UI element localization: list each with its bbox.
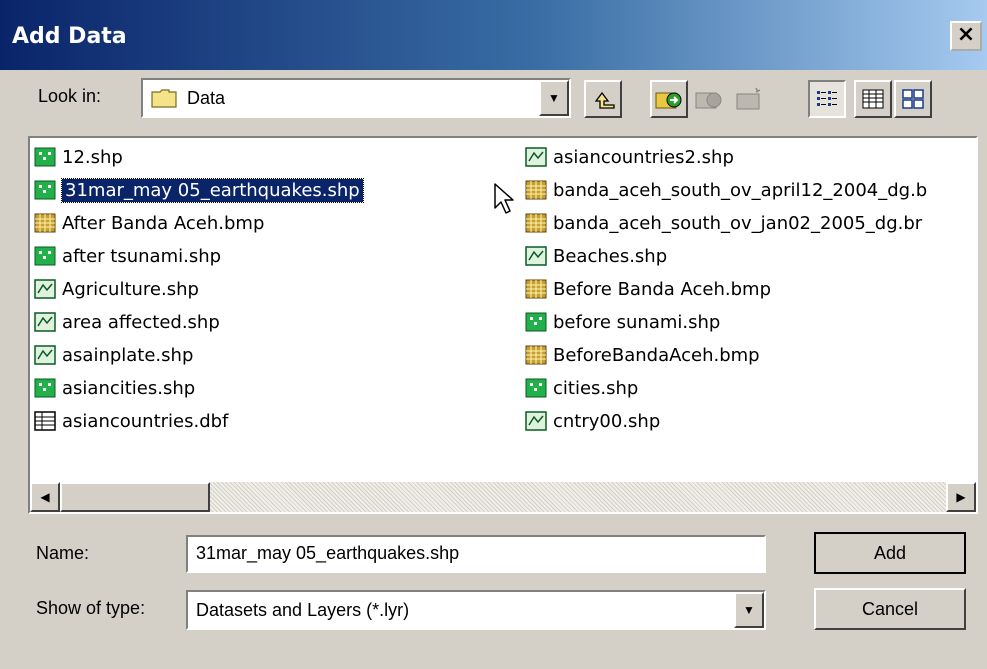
point-layer-icon bbox=[525, 378, 547, 398]
file-name: banda_aceh_south_ov_jan02_2005_dg.br bbox=[553, 212, 923, 234]
raster-layer-icon bbox=[525, 213, 547, 233]
file-name: asiancountries2.shp bbox=[553, 146, 734, 168]
chevron-down-icon: ▼ bbox=[548, 91, 560, 105]
file-item[interactable]: banda_aceh_south_ov_jan02_2005_dg.br bbox=[525, 208, 922, 238]
new-folder-icon bbox=[736, 87, 761, 110]
raster-layer-icon bbox=[34, 213, 56, 233]
look-in-label: Look in: bbox=[38, 86, 102, 106]
folder-icon bbox=[151, 89, 177, 108]
name-label: Name: bbox=[36, 543, 90, 563]
file-item[interactable]: asiancountries.dbf bbox=[34, 406, 228, 436]
file-list[interactable]: 12.shp 31mar_may 05_earthquakes.shp After … bbox=[28, 136, 978, 514]
file-name: asiancities.shp bbox=[62, 377, 196, 399]
point-layer-icon bbox=[34, 147, 56, 167]
show-of-type-label: Show of type: bbox=[36, 598, 146, 618]
connect-to-folder-button[interactable] bbox=[650, 80, 688, 118]
file-name: Before Banda Aceh.bmp bbox=[553, 278, 772, 300]
new-folder-button bbox=[730, 80, 768, 118]
file-name: BeforeBandaAceh.bmp bbox=[553, 344, 760, 366]
polygon-layer-icon bbox=[525, 147, 547, 167]
connect-to-folder-icon bbox=[655, 92, 682, 109]
disconnect-folder-button bbox=[690, 80, 728, 118]
file-item[interactable]: Beaches.shp bbox=[525, 241, 667, 271]
cancel-button[interactable]: Cancel bbox=[814, 588, 966, 630]
details-view-icon bbox=[862, 89, 884, 109]
file-name: after tsunami.shp bbox=[62, 245, 222, 267]
file-item[interactable]: 31mar_may 05_earthquakes.shp bbox=[34, 175, 364, 205]
look-in-dropdown-button[interactable]: ▼ bbox=[539, 80, 569, 116]
scroll-right-button[interactable]: ▶ bbox=[946, 482, 976, 512]
title-bar[interactable]: Add Data × bbox=[0, 0, 987, 70]
list-view-button[interactable] bbox=[808, 80, 846, 118]
list-view-icon bbox=[817, 91, 837, 106]
file-name: After Banda Aceh.bmp bbox=[62, 212, 265, 234]
file-item[interactable]: area affected.shp bbox=[34, 307, 220, 337]
file-item[interactable]: Before Banda Aceh.bmp bbox=[525, 274, 771, 304]
polygon-layer-icon bbox=[34, 345, 56, 365]
point-layer-icon bbox=[34, 378, 56, 398]
raster-layer-icon bbox=[525, 279, 547, 299]
file-item[interactable]: banda_aceh_south_ov_april12_2004_dg.b bbox=[525, 175, 927, 205]
arrow-right-icon: ▶ bbox=[956, 490, 966, 504]
add-button[interactable]: Add bbox=[814, 532, 966, 574]
name-input[interactable]: 31mar_may 05_earthquakes.shp bbox=[186, 535, 766, 573]
close-button[interactable]: × bbox=[950, 21, 982, 51]
look-in-dropdown[interactable]: Data ▼ bbox=[141, 78, 571, 118]
file-name: 12.shp bbox=[62, 146, 123, 168]
arrow-left-icon: ◀ bbox=[40, 490, 50, 504]
thumbnails-view-icon bbox=[902, 89, 924, 109]
file-name: Agriculture.shp bbox=[62, 278, 199, 300]
file-item[interactable]: before sunami.shp bbox=[525, 307, 720, 337]
mouse-cursor-icon bbox=[494, 183, 514, 214]
polygon-layer-icon bbox=[34, 279, 56, 299]
look-in-value: Data bbox=[187, 88, 226, 108]
point-layer-icon bbox=[34, 180, 56, 200]
file-item[interactable]: Agriculture.shp bbox=[34, 274, 199, 304]
point-layer-icon bbox=[525, 312, 547, 332]
up-one-level-button[interactable] bbox=[584, 80, 622, 118]
file-name: cities.shp bbox=[553, 377, 639, 399]
up-one-level-icon bbox=[594, 91, 615, 109]
file-name: asainplate.shp bbox=[62, 344, 194, 366]
file-item[interactable]: cities.shp bbox=[525, 373, 638, 403]
show-of-type-value: Datasets and Layers (*.lyr) bbox=[196, 600, 410, 620]
thumbnails-view-button[interactable] bbox=[894, 80, 932, 118]
file-item[interactable]: asiancities.shp bbox=[34, 373, 195, 403]
file-item[interactable]: after tsunami.shp bbox=[34, 241, 221, 271]
file-item[interactable]: BeforeBandaAceh.bmp bbox=[525, 340, 760, 370]
chevron-down-icon: ▼ bbox=[743, 603, 755, 617]
raster-layer-icon bbox=[525, 180, 547, 200]
file-name: before sunami.shp bbox=[553, 311, 721, 333]
horizontal-scrollbar[interactable]: ◀ ▶ bbox=[30, 482, 976, 512]
file-item[interactable]: asiancountries2.shp bbox=[525, 142, 734, 172]
file-item[interactable]: asainplate.shp bbox=[34, 340, 193, 370]
show-of-type-dropdown[interactable]: Datasets and Layers (*.lyr) ▼ bbox=[186, 590, 766, 630]
file-name: asiancountries.dbf bbox=[62, 410, 229, 432]
scroll-thumb[interactable] bbox=[60, 482, 210, 512]
window-title: Add Data bbox=[12, 24, 127, 49]
file-name: area affected.shp bbox=[62, 311, 220, 333]
disconnect-folder-icon bbox=[695, 92, 722, 109]
add-data-dialog: Add Data × Look in: Data ▼ 12.shp 31mar_… bbox=[0, 0, 987, 669]
raster-layer-icon bbox=[525, 345, 547, 365]
table-icon bbox=[34, 411, 56, 431]
file-item[interactable]: After Banda Aceh.bmp bbox=[34, 208, 264, 238]
file-name: cntry00.shp bbox=[553, 410, 661, 432]
polygon-layer-icon bbox=[525, 246, 547, 266]
polygon-layer-icon bbox=[34, 312, 56, 332]
polygon-layer-icon bbox=[525, 411, 547, 431]
file-name: Beaches.shp bbox=[553, 245, 668, 267]
file-name: banda_aceh_south_ov_april12_2004_dg.b bbox=[553, 179, 928, 201]
show-of-type-dropdown-button[interactable]: ▼ bbox=[734, 592, 764, 628]
details-view-button[interactable] bbox=[854, 80, 892, 118]
point-layer-icon bbox=[34, 246, 56, 266]
file-name: 31mar_may 05_earthquakes.shp bbox=[61, 177, 364, 203]
file-item[interactable]: 12.shp bbox=[34, 142, 123, 172]
scroll-left-button[interactable]: ◀ bbox=[30, 482, 60, 512]
file-item[interactable]: cntry00.shp bbox=[525, 406, 660, 436]
